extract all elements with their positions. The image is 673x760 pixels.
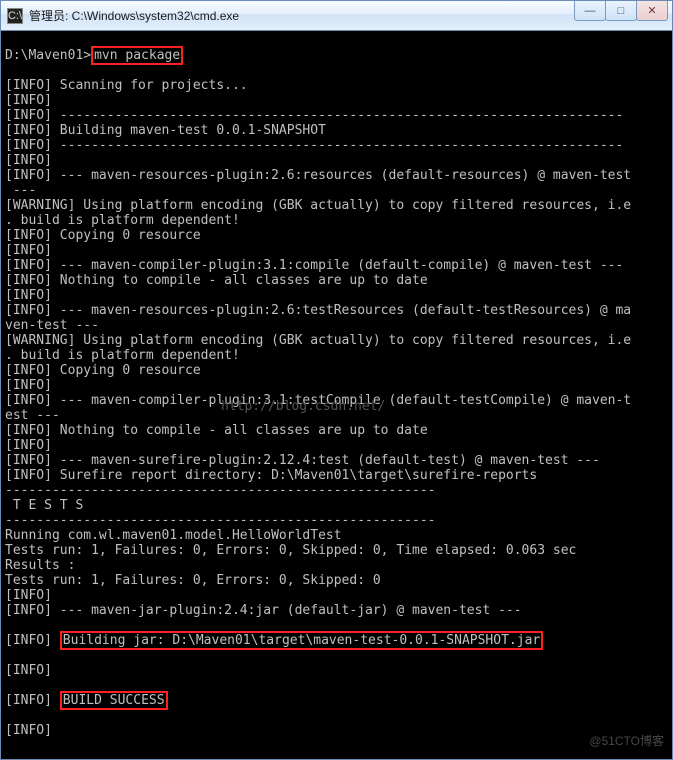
- console-line: . build is platform dependent!: [5, 348, 668, 363]
- console-line: [INFO]: [5, 438, 668, 453]
- info-line: [INFO]: [5, 663, 668, 678]
- console-line: [INFO] --- maven-compiler-plugin:3.1:com…: [5, 258, 668, 273]
- console-line: [INFO] Building maven-test 0.0.1-SNAPSHO…: [5, 123, 668, 138]
- jar-highlight: Building jar: D:\Maven01\target\maven-te…: [60, 631, 543, 650]
- console-line: . build is platform dependent!: [5, 213, 668, 228]
- console-line: ven-test ---: [5, 318, 668, 333]
- watermark-faint: http://blog.csdn.net/: [221, 399, 385, 414]
- console-line: Results :: [5, 558, 668, 573]
- console-line: [INFO] Nothing to compile - all classes …: [5, 273, 668, 288]
- console-line: [INFO] --- maven-surefire-plugin:2.12.4:…: [5, 453, 668, 468]
- console-line: Tests run: 1, Failures: 0, Errors: 0, Sk…: [5, 573, 668, 588]
- console-line: ---: [5, 183, 668, 198]
- console-line: [INFO] Copying 0 resource: [5, 228, 668, 243]
- close-button[interactable]: ✕: [636, 1, 668, 21]
- console-line: Tests run: 1, Failures: 0, Errors: 0, Sk…: [5, 543, 668, 558]
- console-line: [INFO]: [5, 93, 668, 108]
- console-line: [WARNING] Using platform encoding (GBK a…: [5, 198, 668, 213]
- console-line: [INFO]: [5, 243, 668, 258]
- console-output[interactable]: D:\Maven01>mvn package [INFO] Scanning f…: [1, 31, 672, 759]
- console-line: [INFO] --- maven-resources-plugin:2.6:re…: [5, 168, 668, 183]
- console-line: [INFO] --- maven-resources-plugin:2.6:te…: [5, 303, 668, 318]
- maximize-button[interactable]: □: [605, 1, 637, 21]
- console-line: [INFO] Scanning for projects...: [5, 78, 668, 93]
- console-line: [INFO] Nothing to compile - all classes …: [5, 423, 668, 438]
- app-icon: C:\: [7, 8, 23, 24]
- prompt-path: D:\Maven01>: [5, 48, 91, 63]
- console-line: [INFO] ---------------------------------…: [5, 138, 668, 153]
- console-line: [INFO]: [5, 588, 668, 603]
- info-prefix: [INFO]: [5, 693, 60, 708]
- window-title: 管理员: C:\Windows\system32\cmd.exe: [29, 7, 239, 24]
- success-highlight: BUILD SUCCESS: [60, 691, 168, 710]
- console-line: ----------------------------------------…: [5, 483, 668, 498]
- console-line: [INFO]: [5, 288, 668, 303]
- title-bar[interactable]: C:\ 管理员: C:\Windows\system32\cmd.exe — □…: [1, 1, 672, 31]
- command-highlight: mvn package: [91, 46, 183, 65]
- console-line: [INFO] Surefire report directory: D:\Mav…: [5, 468, 668, 483]
- console-line: [INFO]: [5, 153, 668, 168]
- watermark: @51CTO博客: [589, 734, 664, 749]
- console-line: [WARNING] Using platform encoding (GBK a…: [5, 333, 668, 348]
- console-line: [INFO] ---------------------------------…: [5, 108, 668, 123]
- cmd-window: C:\ 管理员: C:\Windows\system32\cmd.exe — □…: [0, 0, 673, 760]
- minimize-button[interactable]: —: [574, 1, 606, 21]
- console-line: Running com.wl.maven01.model.HelloWorldT…: [5, 528, 668, 543]
- info-prefix: [INFO]: [5, 633, 60, 648]
- console-line: ----------------------------------------…: [5, 513, 668, 528]
- console-line: [INFO] --- maven-jar-plugin:2.4:jar (def…: [5, 603, 668, 618]
- console-line: [INFO] Copying 0 resource: [5, 363, 668, 378]
- console-line: [INFO]: [5, 378, 668, 393]
- window-controls: — □ ✕: [575, 1, 668, 21]
- console-line: T E S T S: [5, 498, 668, 513]
- info-line: [INFO]: [5, 723, 668, 738]
